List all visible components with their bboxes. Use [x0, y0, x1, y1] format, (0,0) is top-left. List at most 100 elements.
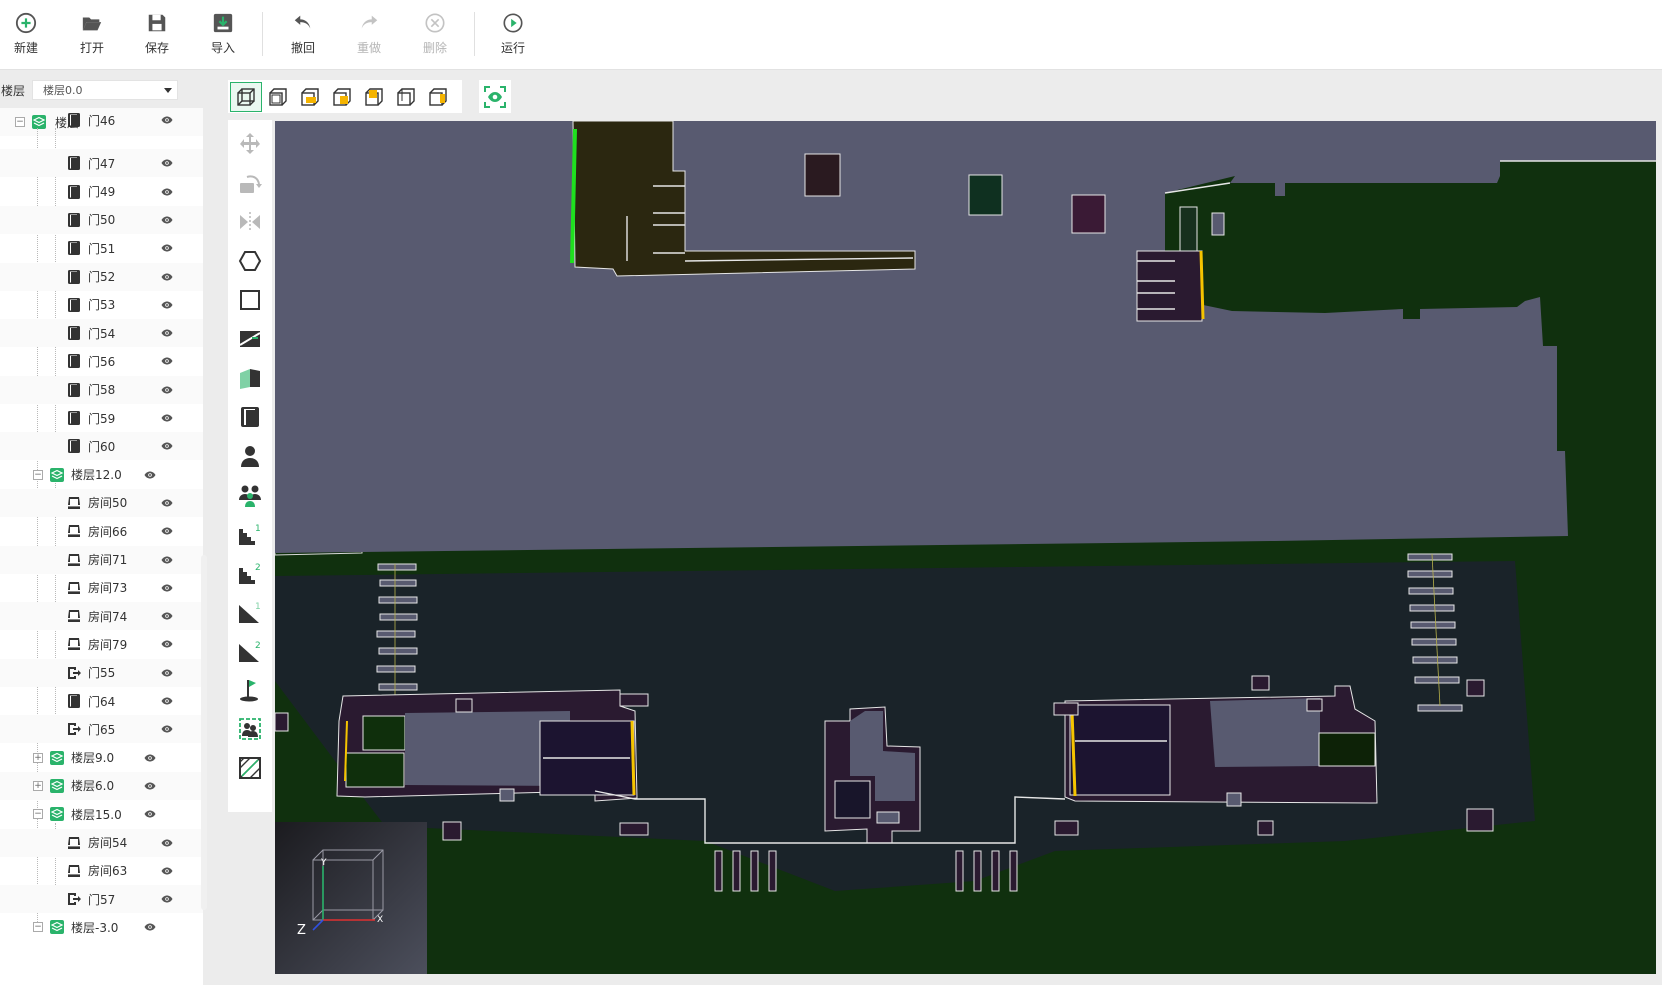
delete-button[interactable]: 删除: [410, 12, 460, 62]
tree-item[interactable]: 房间50: [0, 488, 203, 517]
extrude-tool[interactable]: [236, 364, 264, 392]
tree-item[interactable]: 门56: [0, 347, 203, 375]
redo-button[interactable]: 重做: [344, 12, 394, 62]
tree-item[interactable]: 门65: [0, 715, 203, 744]
tree-item[interactable]: 门57: [0, 885, 203, 914]
rectangle-tool[interactable]: [236, 286, 264, 314]
floor-select[interactable]: 楼层0.0: [32, 80, 178, 100]
tree-item[interactable]: 房间63: [0, 857, 203, 885]
obstacle-zone-tool[interactable]: [236, 754, 264, 782]
import-button[interactable]: 导入: [198, 12, 248, 62]
tree-item[interactable]: 门59: [0, 404, 203, 432]
eye-visibility-icon[interactable]: [144, 810, 156, 818]
tree-item[interactable]: 门49: [0, 178, 203, 206]
eye-visibility-icon[interactable]: [161, 442, 173, 450]
tree-item[interactable]: 门51: [0, 234, 203, 262]
new-button[interactable]: 新建: [1, 12, 51, 62]
eye-visibility-icon[interactable]: [161, 527, 173, 535]
tree-item[interactable]: 门64: [0, 687, 203, 715]
stairs-2-tool[interactable]: 2: [236, 559, 264, 587]
expand-toggle[interactable]: +: [33, 752, 43, 763]
eye-visibility-icon[interactable]: [161, 640, 173, 648]
rotate-tool[interactable]: [236, 170, 264, 198]
tree-floor-node[interactable]: − 楼层12.0: [0, 461, 203, 489]
view-bottom-button[interactable]: [422, 82, 454, 112]
tree-item[interactable]: 门53: [0, 291, 203, 319]
view-right-button[interactable]: [358, 82, 390, 112]
eye-visibility-icon[interactable]: [144, 923, 156, 931]
orientation-gizmo[interactable]: Y X Z: [275, 822, 427, 974]
eye-visibility-icon[interactable]: [161, 612, 173, 620]
door-tool[interactable]: [236, 403, 264, 431]
eye-visibility-icon[interactable]: [161, 839, 173, 847]
eye-visibility-icon[interactable]: [161, 584, 173, 592]
mirror-tool[interactable]: [236, 208, 264, 236]
view-left-button[interactable]: [326, 82, 358, 112]
eye-visibility-icon[interactable]: [161, 116, 173, 124]
eye-visibility-icon[interactable]: [144, 471, 156, 479]
eye-visibility-icon[interactable]: [161, 386, 173, 394]
tree-item[interactable]: 门52: [0, 262, 203, 291]
tree-item[interactable]: 门47: [0, 149, 203, 178]
eye-visibility-icon[interactable]: [144, 754, 156, 762]
eye-visibility-icon[interactable]: [161, 669, 173, 677]
eye-visibility-icon[interactable]: [161, 867, 173, 875]
eye-visibility-icon[interactable]: [161, 273, 173, 281]
tree-item[interactable]: 房间74: [0, 602, 203, 631]
tree-item[interactable]: 门46: [0, 108, 203, 134]
undo-button[interactable]: 撤回: [278, 12, 328, 62]
crowd-zone-tool[interactable]: [236, 715, 264, 743]
tree-floor-node[interactable]: + 楼层9.0: [0, 744, 203, 772]
tree-item[interactable]: 门60: [0, 432, 203, 461]
view-top-button[interactable]: [390, 82, 422, 112]
collapse-toggle[interactable]: −: [33, 922, 43, 933]
expand-toggle[interactable]: +: [33, 780, 43, 791]
tree-item[interactable]: 门55: [0, 658, 203, 687]
save-button[interactable]: 保存: [132, 12, 182, 62]
tree-item[interactable]: 房间54: [0, 828, 203, 857]
target-flag-tool[interactable]: [236, 676, 264, 704]
ramp-1-tool[interactable]: 1: [236, 598, 264, 626]
eye-visibility-icon[interactable]: [161, 499, 173, 507]
scene-viewport[interactable]: Y X Z: [275, 121, 1656, 974]
eye-visibility-icon[interactable]: [161, 556, 173, 564]
run-button[interactable]: 运行: [488, 12, 538, 62]
tree-item[interactable]: 门50: [0, 205, 203, 234]
eye-visibility-icon[interactable]: [161, 159, 173, 167]
eye-visibility-icon[interactable]: [161, 895, 173, 903]
ramp-2-tool[interactable]: 2: [236, 637, 264, 665]
eye-visibility-icon[interactable]: [161, 414, 173, 422]
group-tool[interactable]: [236, 481, 264, 509]
tree-floor-node[interactable]: + 楼层6.0: [0, 771, 203, 800]
eye-visibility-icon[interactable]: [161, 244, 173, 252]
eye-visibility-icon[interactable]: [161, 329, 173, 337]
tree-floor-node[interactable]: − 楼层15.0: [0, 800, 203, 828]
eye-visibility-icon[interactable]: [144, 782, 156, 790]
eye-visibility-icon[interactable]: [161, 357, 173, 365]
eye-visibility-icon[interactable]: [161, 188, 173, 196]
collapse-toggle[interactable]: −: [33, 809, 43, 820]
move-tool[interactable]: [236, 130, 264, 158]
collapse-toggle[interactable]: −: [33, 469, 43, 480]
eye-visibility-icon[interactable]: [161, 216, 173, 224]
tree-scrollbar[interactable]: [201, 555, 207, 910]
tree-item[interactable]: 房间79: [0, 630, 203, 658]
person-tool[interactable]: [236, 442, 264, 470]
tree-item[interactable]: 门58: [0, 375, 203, 404]
tree-item[interactable]: 房间66: [0, 517, 203, 545]
tree-item[interactable]: 房间71: [0, 545, 203, 574]
tree-item[interactable]: 门54: [0, 319, 203, 348]
view-back-button[interactable]: [294, 82, 326, 112]
wall-tool[interactable]: [236, 325, 264, 353]
stairs-1-tool[interactable]: 1: [236, 520, 264, 548]
tree-item[interactable]: 房间73: [0, 574, 203, 602]
view-3d-button[interactable]: [230, 81, 262, 112]
view-front-button[interactable]: [262, 82, 294, 112]
eye-visibility-icon[interactable]: [161, 301, 173, 309]
eye-visibility-icon[interactable]: [161, 697, 173, 705]
polygon-tool[interactable]: [236, 247, 264, 275]
tree-floor-node[interactable]: − 楼层-3.0: [0, 913, 203, 941]
open-button[interactable]: 打开: [67, 12, 117, 62]
focus-view-button[interactable]: [479, 80, 511, 113]
eye-visibility-icon[interactable]: [161, 725, 173, 733]
